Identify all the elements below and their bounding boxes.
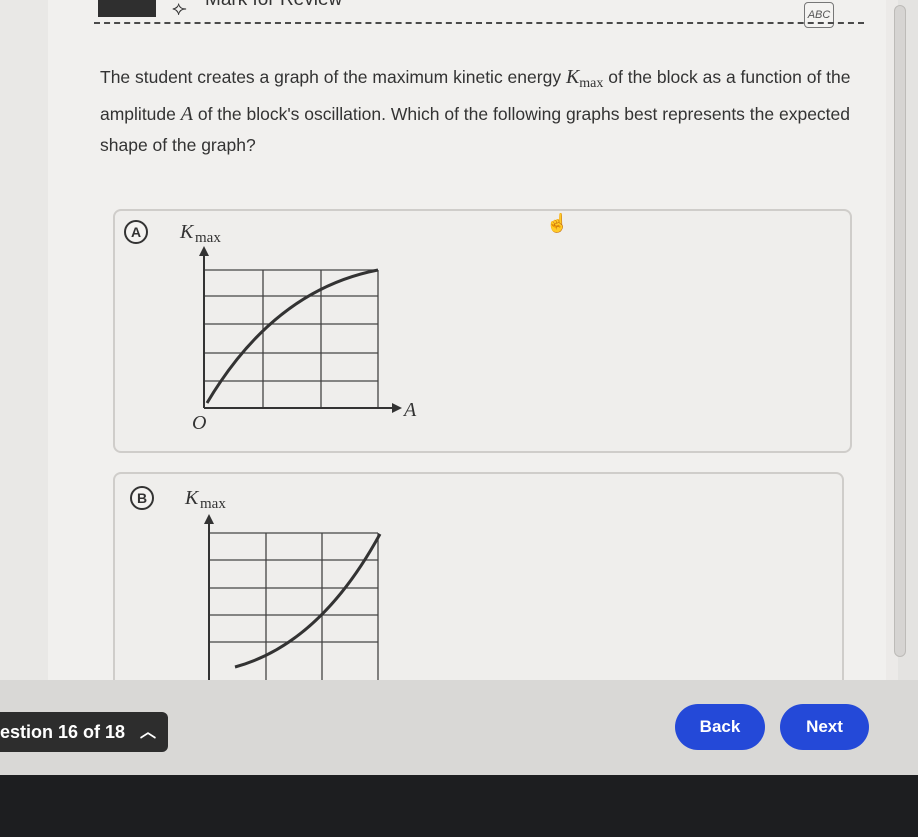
graph-a-curve: [205, 268, 379, 404]
graph-b-y-arrow: [204, 514, 214, 524]
test-screen: ⟣ Mark for Review ABC The student create…: [0, 0, 918, 837]
back-button[interactable]: Back: [675, 704, 765, 750]
graph-a-grid: [204, 269, 379, 408]
graph-a-y-arrow: [199, 246, 209, 256]
graph-a-origin-label: O: [192, 412, 206, 434]
question-number-badge: [98, 0, 156, 17]
graph-b-grid: [209, 532, 379, 680]
next-button[interactable]: Next: [780, 704, 869, 750]
left-margin: [0, 0, 48, 680]
var-a: A: [180, 103, 193, 125]
graph-b-y-label-sub: max: [200, 496, 226, 512]
graph-a-y-label: K: [179, 221, 195, 243]
question-navigator-label: estion 16 of 18: [0, 722, 126, 742]
var-k: K: [565, 66, 580, 88]
graph-a-x-label: A: [402, 399, 417, 421]
question-text-part3: of the block's oscillation. Which of the…: [100, 104, 851, 155]
answer-eliminator-button[interactable]: ABC: [804, 2, 834, 28]
bookmark-icon[interactable]: ⟣: [172, 0, 187, 21]
graph-b: K max: [184, 487, 382, 680]
monitor-bezel: [0, 775, 918, 837]
header-divider: [94, 22, 864, 24]
option-b-letter[interactable]: B: [130, 486, 154, 510]
scrollbar-thumb[interactable]: [894, 5, 906, 657]
question-text-part1: The student creates a graph of the maxim…: [100, 67, 566, 87]
graph-a-y-label-sub: max: [195, 230, 221, 246]
var-k-sub: max: [579, 76, 604, 91]
option-a-letter[interactable]: A: [124, 220, 148, 244]
question-navigator-button[interactable]: estion 16 of 18 ︿: [0, 712, 168, 752]
graph-a-x-arrow: [392, 403, 402, 413]
graph-b-y-label: K: [184, 487, 200, 509]
question-text: The student creates a graph of the maxim…: [100, 62, 870, 161]
mark-for-review-label[interactable]: Mark for Review: [205, 0, 342, 11]
graph-a: K max A O: [179, 221, 417, 434]
graph-b-curve: [234, 533, 382, 669]
pointer-hand-icon: ☝: [546, 213, 569, 233]
chevron-up-icon: ︿: [140, 724, 157, 741]
